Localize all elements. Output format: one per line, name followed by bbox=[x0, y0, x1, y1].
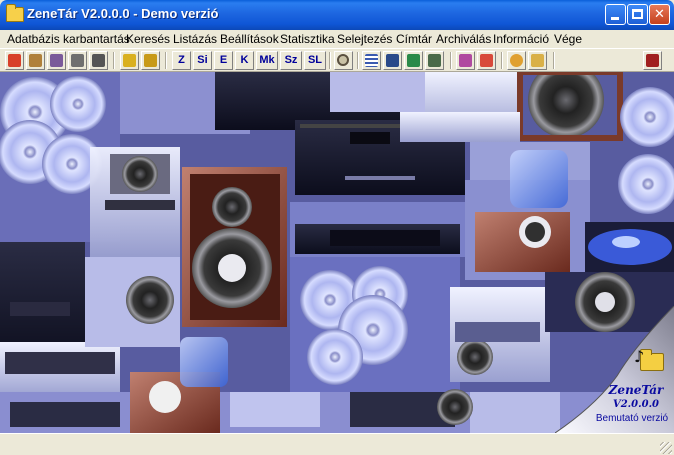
trash-button[interactable] bbox=[89, 51, 108, 70]
filter-sl-button[interactable]: SL bbox=[304, 51, 326, 70]
minimize-icon bbox=[611, 17, 619, 20]
toolbar-separator bbox=[113, 52, 115, 69]
exit-door-icon bbox=[646, 54, 659, 67]
filter-k-button[interactable]: K bbox=[235, 51, 254, 70]
toolbar-separator bbox=[329, 52, 331, 69]
new-record-button[interactable] bbox=[5, 51, 24, 70]
toolbar-separator bbox=[501, 52, 503, 69]
menu-archivalas[interactable]: Archiválás bbox=[436, 32, 491, 46]
toolbar-separator bbox=[357, 52, 359, 69]
edit-record-button[interactable] bbox=[26, 51, 45, 70]
brand-subtitle: Bemutató verzió bbox=[595, 413, 669, 424]
filter-mk-label: Mk bbox=[259, 54, 275, 66]
paste-button[interactable] bbox=[141, 51, 160, 70]
search-icon bbox=[337, 54, 349, 66]
menu-informacio[interactable]: Információ bbox=[493, 32, 549, 46]
copy-button[interactable] bbox=[120, 51, 139, 70]
window-title: ZeneTár V2.0.0.0 - Demo verzió bbox=[27, 6, 219, 21]
filter-si-label: Si bbox=[197, 54, 208, 66]
close-icon: ✕ bbox=[654, 7, 665, 22]
filter-sz-button[interactable]: Sz bbox=[280, 51, 302, 70]
filter-mk-button[interactable]: Mk bbox=[256, 51, 278, 70]
filter-e-label: E bbox=[219, 54, 228, 66]
delete-icon bbox=[71, 54, 84, 67]
transfer-button[interactable] bbox=[383, 51, 402, 70]
brand-name: ZeneTár bbox=[608, 383, 664, 397]
maximize-icon bbox=[632, 9, 643, 19]
menu-statisztika[interactable]: Statisztika bbox=[280, 32, 335, 46]
menu-vege[interactable]: Vége bbox=[554, 32, 582, 46]
sort-icon bbox=[459, 54, 472, 67]
trash-icon bbox=[92, 54, 105, 67]
toolbar-separator bbox=[450, 52, 452, 69]
resize-grip[interactable] bbox=[660, 442, 672, 454]
runner-button[interactable] bbox=[404, 51, 423, 70]
exit-button[interactable] bbox=[643, 51, 662, 70]
network-button[interactable] bbox=[425, 51, 444, 70]
filter-z-button[interactable]: Z bbox=[172, 51, 191, 70]
transfer-icon bbox=[386, 54, 399, 67]
filter-sz-label: Sz bbox=[284, 54, 298, 66]
network-icon bbox=[428, 54, 441, 67]
paste-icon bbox=[144, 54, 157, 67]
status-bar bbox=[0, 433, 674, 455]
menu-bar: Adatbázis karbantartás Keresés Listázás … bbox=[0, 30, 674, 48]
people-button[interactable] bbox=[507, 51, 526, 70]
filter-z-label: Z bbox=[178, 54, 185, 66]
user-icon bbox=[531, 54, 544, 67]
new-record-icon bbox=[8, 54, 21, 67]
filter-k-label: K bbox=[240, 54, 249, 66]
sort-button[interactable] bbox=[456, 51, 475, 70]
brand-version: V2.0.0.0 bbox=[612, 399, 660, 410]
music-folder-icon: ♪ bbox=[634, 347, 664, 371]
menu-cimtar[interactable]: Címtár bbox=[396, 32, 432, 46]
menu-kereses[interactable]: Keresés bbox=[126, 32, 170, 46]
people-icon bbox=[510, 54, 523, 67]
wand-icon bbox=[50, 54, 63, 67]
table-icon bbox=[365, 54, 378, 67]
search-button[interactable] bbox=[334, 51, 353, 70]
menu-adatbazis-karbantartas[interactable]: Adatbázis karbantartás bbox=[7, 32, 130, 46]
maximize-button[interactable] bbox=[627, 4, 648, 25]
wand-button[interactable] bbox=[47, 51, 66, 70]
copy-icon bbox=[123, 54, 136, 67]
toolbar-separator bbox=[553, 52, 555, 69]
filter-e-button[interactable]: E bbox=[214, 51, 233, 70]
help-icon bbox=[480, 54, 493, 67]
toolbar-separator bbox=[165, 52, 167, 69]
menu-selejtezes[interactable]: Selejtezés bbox=[337, 32, 392, 46]
table-button[interactable] bbox=[362, 51, 381, 70]
minimize-button[interactable] bbox=[605, 4, 626, 25]
folder-icon[interactable] bbox=[6, 4, 24, 22]
title-bar[interactable]: ZeneTár V2.0.0.0 - Demo verzió ✕ bbox=[0, 0, 674, 30]
delete-button[interactable] bbox=[68, 51, 87, 70]
help-button[interactable] bbox=[477, 51, 496, 70]
close-button[interactable]: ✕ bbox=[649, 4, 670, 25]
app-window: ZeneTár V2.0.0.0 - Demo verzió ✕ Adatbáz… bbox=[0, 0, 674, 455]
filter-sl-label: SL bbox=[307, 54, 323, 66]
menu-listazas[interactable]: Listázás bbox=[173, 32, 217, 46]
menu-beallitasok[interactable]: Beállítások bbox=[220, 32, 279, 46]
runner-icon bbox=[407, 54, 420, 67]
splash-background: ♪ bbox=[0, 72, 674, 433]
edit-record-icon bbox=[29, 54, 42, 67]
toolbar: Z Si E K Mk Sz SL bbox=[0, 48, 674, 72]
user-button[interactable] bbox=[528, 51, 547, 70]
filter-si-button[interactable]: Si bbox=[193, 51, 212, 70]
